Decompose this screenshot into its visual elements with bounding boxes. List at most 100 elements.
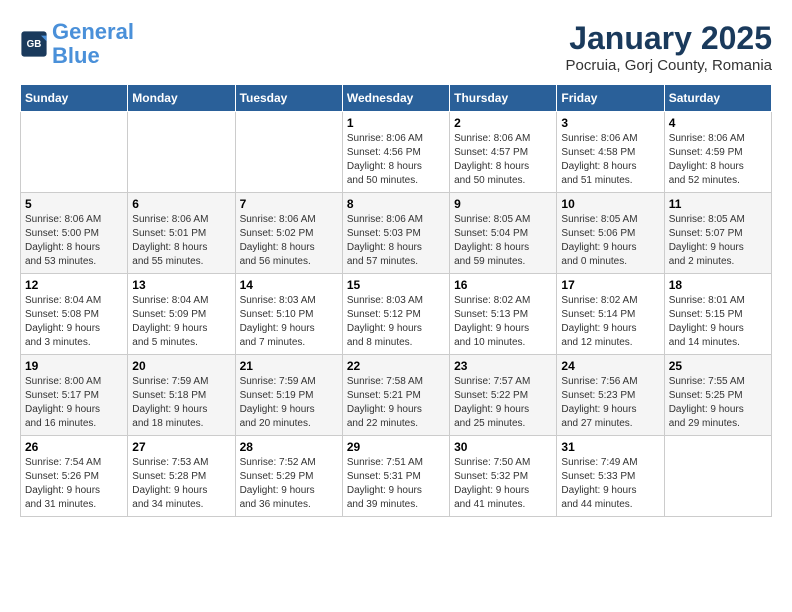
day-content: Sunrise: 7:57 AM Sunset: 5:22 PM Dayligh… — [454, 375, 552, 431]
day-content: Sunrise: 8:05 AM Sunset: 5:06 PM Dayligh… — [561, 213, 659, 269]
day-number: 2 — [454, 116, 552, 130]
day-number: 29 — [347, 440, 445, 454]
weekday-header-tuesday: Tuesday — [235, 85, 342, 112]
day-content: Sunrise: 8:06 AM Sunset: 4:58 PM Dayligh… — [561, 132, 659, 188]
calendar-week-4: 19Sunrise: 8:00 AM Sunset: 5:17 PM Dayli… — [21, 355, 772, 436]
day-content: Sunrise: 7:51 AM Sunset: 5:31 PM Dayligh… — [347, 456, 445, 512]
logo-icon: GB — [20, 30, 48, 58]
page-header: GB General Blue January 2025 Pocruia, Go… — [20, 20, 772, 74]
calendar-table: SundayMondayTuesdayWednesdayThursdayFrid… — [20, 84, 772, 517]
calendar-cell: 6Sunrise: 8:06 AM Sunset: 5:01 PM Daylig… — [128, 193, 235, 274]
calendar-cell: 24Sunrise: 7:56 AM Sunset: 5:23 PM Dayli… — [557, 355, 664, 436]
calendar-title: January 2025 — [566, 20, 772, 57]
day-content: Sunrise: 7:59 AM Sunset: 5:19 PM Dayligh… — [240, 375, 338, 431]
calendar-cell: 23Sunrise: 7:57 AM Sunset: 5:22 PM Dayli… — [450, 355, 557, 436]
day-content: Sunrise: 8:06 AM Sunset: 5:02 PM Dayligh… — [240, 213, 338, 269]
weekday-header-friday: Friday — [557, 85, 664, 112]
day-number: 21 — [240, 359, 338, 373]
day-number: 14 — [240, 278, 338, 292]
day-number: 4 — [669, 116, 767, 130]
calendar-cell — [235, 112, 342, 193]
calendar-subtitle: Pocruia, Gorj County, Romania — [566, 57, 772, 74]
calendar-cell: 29 Sunrise: 7:51 AM Sunset: 5:31 PM Dayli… — [342, 436, 449, 517]
day-content: Sunrise: 8:01 AM Sunset: 5:15 PM Dayligh… — [669, 294, 767, 350]
day-content: Sunrise: 7:52 AM Sunset: 5:29 PM Dayligh… — [240, 456, 338, 512]
day-number: 31 — [561, 440, 659, 454]
day-content: Sunrise: 7:49 AM Sunset: 5:33 PM Dayligh… — [561, 456, 659, 512]
calendar-cell: 21 Sunrise: 7:59 AM Sunset: 5:19 PM Dayli… — [235, 355, 342, 436]
day-content: Sunrise: 8:05 AM Sunset: 5:07 PM Dayligh… — [669, 213, 767, 269]
calendar-cell: 27Sunrise: 7:53 AM Sunset: 5:28 PM Dayli… — [128, 436, 235, 517]
calendar-cell: 22 Sunrise: 7:58 AM Sunset: 5:21 PM Dayli… — [342, 355, 449, 436]
calendar-cell: 3 Sunrise: 8:06 AM Sunset: 4:58 PM Daylig… — [557, 112, 664, 193]
calendar-week-5: 26 Sunrise: 7:54 AM Sunset: 5:26 PM Dayli… — [21, 436, 772, 517]
calendar-cell: 18Sunrise: 8:01 AM Sunset: 5:15 PM Dayli… — [664, 274, 771, 355]
calendar-cell: 30 Sunrise: 7:50 AM Sunset: 5:32 PM Dayli… — [450, 436, 557, 517]
calendar-header: SundayMondayTuesdayWednesdayThursdayFrid… — [21, 85, 772, 112]
weekday-header-saturday: Saturday — [664, 85, 771, 112]
calendar-cell: 31 Sunrise: 7:49 AM Sunset: 5:33 PM Dayli… — [557, 436, 664, 517]
calendar-cell: 13 Sunrise: 8:04 AM Sunset: 5:09 PM Dayli… — [128, 274, 235, 355]
calendar-cell: 9 Sunrise: 8:05 AM Sunset: 5:04 PM Daylig… — [450, 193, 557, 274]
day-number: 19 — [25, 359, 123, 373]
weekday-header-thursday: Thursday — [450, 85, 557, 112]
calendar-cell: 2Sunrise: 8:06 AM Sunset: 4:57 PM Daylig… — [450, 112, 557, 193]
calendar-cell: 17 Sunrise: 8:02 AM Sunset: 5:14 PM Dayli… — [557, 274, 664, 355]
day-content: Sunrise: 7:58 AM Sunset: 5:21 PM Dayligh… — [347, 375, 445, 431]
day-content: Sunrise: 7:59 AM Sunset: 5:18 PM Dayligh… — [132, 375, 230, 431]
day-content: Sunrise: 7:54 AM Sunset: 5:26 PM Dayligh… — [25, 456, 123, 512]
calendar-cell: 25Sunrise: 7:55 AM Sunset: 5:25 PM Dayli… — [664, 355, 771, 436]
calendar-cell — [21, 112, 128, 193]
day-content: Sunrise: 8:04 AM Sunset: 5:09 PM Dayligh… — [132, 294, 230, 350]
day-content: Sunrise: 8:06 AM Sunset: 5:01 PM Dayligh… — [132, 213, 230, 269]
day-number: 22 — [347, 359, 445, 373]
day-content: Sunrise: 8:06 AM Sunset: 4:56 PM Dayligh… — [347, 132, 445, 188]
day-content: Sunrise: 7:50 AM Sunset: 5:32 PM Dayligh… — [454, 456, 552, 512]
calendar-cell: 10 Sunrise: 8:05 AM Sunset: 5:06 PM Dayli… — [557, 193, 664, 274]
weekday-header-wednesday: Wednesday — [342, 85, 449, 112]
day-number: 7 — [240, 197, 338, 211]
logo: GB General Blue — [20, 20, 134, 68]
day-number: 3 — [561, 116, 659, 130]
day-number: 17 — [561, 278, 659, 292]
calendar-cell — [664, 436, 771, 517]
calendar-cell: 12 Sunrise: 8:04 AM Sunset: 5:08 PM Dayli… — [21, 274, 128, 355]
calendar-body: 1Sunrise: 8:06 AM Sunset: 4:56 PM Daylig… — [21, 112, 772, 517]
day-content: Sunrise: 8:06 AM Sunset: 4:59 PM Dayligh… — [669, 132, 767, 188]
day-number: 12 — [25, 278, 123, 292]
calendar-cell: 15 Sunrise: 8:03 AM Sunset: 5:12 PM Dayli… — [342, 274, 449, 355]
weekday-header-row: SundayMondayTuesdayWednesdayThursdayFrid… — [21, 85, 772, 112]
calendar-cell: 26 Sunrise: 7:54 AM Sunset: 5:26 PM Dayli… — [21, 436, 128, 517]
day-content: Sunrise: 7:53 AM Sunset: 5:28 PM Dayligh… — [132, 456, 230, 512]
day-content: Sunrise: 8:04 AM Sunset: 5:08 PM Dayligh… — [25, 294, 123, 350]
day-number: 13 — [132, 278, 230, 292]
calendar-cell: 14 Sunrise: 8:03 AM Sunset: 5:10 PM Dayli… — [235, 274, 342, 355]
day-content: Sunrise: 8:02 AM Sunset: 5:14 PM Dayligh… — [561, 294, 659, 350]
calendar-week-1: 1Sunrise: 8:06 AM Sunset: 4:56 PM Daylig… — [21, 112, 772, 193]
calendar-cell: 16 Sunrise: 8:02 AM Sunset: 5:13 PM Dayli… — [450, 274, 557, 355]
day-number: 10 — [561, 197, 659, 211]
day-number: 16 — [454, 278, 552, 292]
calendar-cell: 8Sunrise: 8:06 AM Sunset: 5:03 PM Daylig… — [342, 193, 449, 274]
day-content: Sunrise: 8:03 AM Sunset: 5:10 PM Dayligh… — [240, 294, 338, 350]
day-number: 5 — [25, 197, 123, 211]
day-number: 26 — [25, 440, 123, 454]
day-content: Sunrise: 8:03 AM Sunset: 5:12 PM Dayligh… — [347, 294, 445, 350]
weekday-header-sunday: Sunday — [21, 85, 128, 112]
title-area: January 2025 Pocruia, Gorj County, Roman… — [566, 20, 772, 74]
day-number: 28 — [240, 440, 338, 454]
calendar-cell: 11 Sunrise: 8:05 AM Sunset: 5:07 PM Dayli… — [664, 193, 771, 274]
day-content: Sunrise: 8:05 AM Sunset: 5:04 PM Dayligh… — [454, 213, 552, 269]
day-content: Sunrise: 8:02 AM Sunset: 5:13 PM Dayligh… — [454, 294, 552, 350]
day-number: 24 — [561, 359, 659, 373]
day-content: Sunrise: 8:06 AM Sunset: 5:03 PM Dayligh… — [347, 213, 445, 269]
day-number: 20 — [132, 359, 230, 373]
calendar-cell: 4 Sunrise: 8:06 AM Sunset: 4:59 PM Daylig… — [664, 112, 771, 193]
day-number: 9 — [454, 197, 552, 211]
day-number: 11 — [669, 197, 767, 211]
calendar-cell: 5Sunrise: 8:06 AM Sunset: 5:00 PM Daylig… — [21, 193, 128, 274]
calendar-week-2: 5Sunrise: 8:06 AM Sunset: 5:00 PM Daylig… — [21, 193, 772, 274]
day-content: Sunrise: 7:55 AM Sunset: 5:25 PM Dayligh… — [669, 375, 767, 431]
day-number: 30 — [454, 440, 552, 454]
day-number: 15 — [347, 278, 445, 292]
